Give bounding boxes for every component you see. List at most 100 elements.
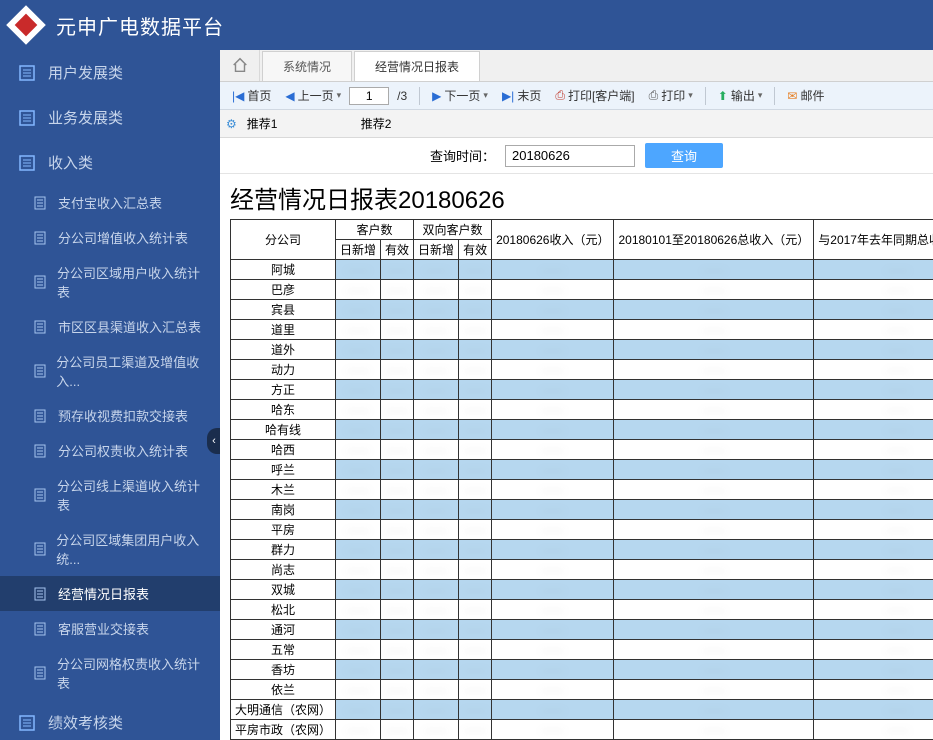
cell-data: —— bbox=[492, 400, 614, 420]
cell-data: —— bbox=[492, 340, 614, 360]
print-icon: ⎙ bbox=[555, 88, 565, 103]
col-branch: 分公司 bbox=[231, 220, 336, 260]
cell-data: —— bbox=[381, 700, 414, 720]
cell-data: —— bbox=[459, 360, 492, 380]
mail-button[interactable]: ✉邮件 bbox=[781, 85, 830, 106]
cell-data: —— bbox=[459, 420, 492, 440]
cell-data: —— bbox=[492, 300, 614, 320]
cell-data: —— bbox=[414, 680, 459, 700]
print-button[interactable]: ⎙打印▾ bbox=[643, 85, 699, 106]
last-page-button[interactable]: ▶|末页 bbox=[496, 85, 547, 106]
cell-data: —— bbox=[614, 360, 814, 380]
cell-data: —— bbox=[381, 660, 414, 680]
cell-data: —— bbox=[459, 320, 492, 340]
print-client-button[interactable]: ⎙打印[客户端] bbox=[549, 85, 640, 106]
cell-data: —— bbox=[336, 500, 381, 520]
cell-data: —— bbox=[381, 640, 414, 660]
cell-data: —— bbox=[614, 620, 814, 640]
cell-branch: 依兰 bbox=[231, 680, 336, 700]
page-input[interactable] bbox=[349, 87, 389, 105]
cell-data: —— bbox=[814, 640, 933, 660]
cell-data: —— bbox=[614, 540, 814, 560]
cell-data: —— bbox=[492, 600, 614, 620]
table-row: 平房—————————————— bbox=[231, 520, 933, 540]
cell-data: —— bbox=[814, 420, 933, 440]
cell-data: —— bbox=[814, 500, 933, 520]
prev-page-button[interactable]: ◀上一页▾ bbox=[279, 85, 347, 106]
home-icon bbox=[231, 56, 249, 74]
list-icon bbox=[18, 64, 36, 82]
query-button[interactable]: 查询 bbox=[645, 143, 723, 168]
cell-data: —— bbox=[336, 400, 381, 420]
table-row: 巴彦—————————————— bbox=[231, 280, 933, 300]
cell-data: —— bbox=[381, 280, 414, 300]
nav-group-label: 收入类 bbox=[48, 152, 93, 173]
doc-icon bbox=[34, 444, 48, 458]
print-icon: ⎙ bbox=[649, 88, 659, 103]
cell-data: —— bbox=[814, 700, 933, 720]
sidebar-item-income-8[interactable]: 分公司区域集团用户收入统... bbox=[0, 522, 220, 576]
list-icon bbox=[18, 109, 36, 127]
sidebar-item-income-0[interactable]: 支付宝收入汇总表 bbox=[0, 185, 220, 220]
sidebar-item-income-10[interactable]: 客服营业交接表 bbox=[0, 611, 220, 646]
cell-branch: 动力 bbox=[231, 360, 336, 380]
cell-data: —— bbox=[381, 260, 414, 280]
nav-group-perf[interactable]: 绩效考核类 bbox=[0, 700, 220, 740]
tab-system[interactable]: 系统情况 bbox=[262, 51, 352, 81]
cell-data: —— bbox=[814, 340, 933, 360]
home-tab[interactable] bbox=[220, 50, 260, 81]
first-page-button[interactable]: |◀首页 bbox=[226, 85, 277, 106]
sidebar-item-income-1[interactable]: 分公司增值收入统计表 bbox=[0, 220, 220, 255]
doc-icon bbox=[34, 196, 48, 210]
sidebar-item-income-9[interactable]: 经营情况日报表 bbox=[0, 576, 220, 611]
cell-data: —— bbox=[414, 420, 459, 440]
cell-data: —— bbox=[381, 340, 414, 360]
cell-data: —— bbox=[414, 400, 459, 420]
cell-data: —— bbox=[336, 420, 381, 440]
cell-data: —— bbox=[381, 580, 414, 600]
sidebar-item-income-7[interactable]: 分公司线上渠道收入统计表 bbox=[0, 468, 220, 522]
cell-branch: 方正 bbox=[231, 380, 336, 400]
sidebar-item-income-3[interactable]: 市区区县渠道收入汇总表 bbox=[0, 309, 220, 344]
sidebar-item-label: 分公司线上渠道收入统计表 bbox=[57, 476, 202, 514]
cell-data: —— bbox=[459, 660, 492, 680]
cell-data: —— bbox=[414, 300, 459, 320]
param-rec1[interactable]: 推荐1 bbox=[247, 115, 357, 132]
cell-data: —— bbox=[336, 520, 381, 540]
sidebar-item-label: 预存收视费扣款交接表 bbox=[58, 406, 188, 425]
sliders-icon[interactable]: ⚙ bbox=[226, 117, 237, 131]
sidebar-collapse-button[interactable]: ‹ bbox=[207, 428, 220, 454]
col-bi: 双向客户数 bbox=[414, 220, 492, 240]
cell-branch: 双城 bbox=[231, 580, 336, 600]
sidebar-item-income-11[interactable]: 分公司网格权责收入统计表 bbox=[0, 646, 220, 700]
nav-group-biz[interactable]: 业务发展类 bbox=[0, 95, 220, 140]
cell-data: —— bbox=[459, 640, 492, 660]
tab-report[interactable]: 经营情况日报表 bbox=[354, 51, 480, 81]
cell-data: —— bbox=[492, 460, 614, 480]
cell-data: —— bbox=[459, 380, 492, 400]
table-row: 大明通信（农网）—————————————— bbox=[231, 700, 933, 720]
cell-data: —— bbox=[614, 340, 814, 360]
cell-data: —— bbox=[381, 480, 414, 500]
sidebar-item-income-5[interactable]: 预存收视费扣款交接表 bbox=[0, 398, 220, 433]
cell-data: —— bbox=[414, 600, 459, 620]
cell-data: —— bbox=[336, 660, 381, 680]
export-button[interactable]: ⬆输出▾ bbox=[712, 85, 769, 106]
cell-data: —— bbox=[614, 300, 814, 320]
table-row: 阿城—————————————— bbox=[231, 260, 933, 280]
nav-group-income[interactable]: 收入类 bbox=[0, 140, 220, 185]
cell-data: —— bbox=[459, 580, 492, 600]
cell-data: —— bbox=[492, 420, 614, 440]
cell-data: —— bbox=[336, 680, 381, 700]
cell-data: —— bbox=[381, 600, 414, 620]
doc-icon bbox=[34, 666, 47, 680]
sidebar-item-income-2[interactable]: 分公司区域用户收入统计表 bbox=[0, 255, 220, 309]
cell-data: —— bbox=[459, 540, 492, 560]
sidebar-item-income-4[interactable]: 分公司员工渠道及增值收入... bbox=[0, 344, 220, 398]
nav-group-user[interactable]: 用户发展类 bbox=[0, 50, 220, 95]
param-rec2[interactable]: 推荐2 bbox=[361, 115, 392, 132]
query-date-input[interactable] bbox=[505, 145, 635, 167]
sidebar-item-income-6[interactable]: 分公司权责收入统计表 bbox=[0, 433, 220, 468]
next-page-button[interactable]: ▶下一页▾ bbox=[426, 85, 494, 106]
cell-data: —— bbox=[459, 440, 492, 460]
